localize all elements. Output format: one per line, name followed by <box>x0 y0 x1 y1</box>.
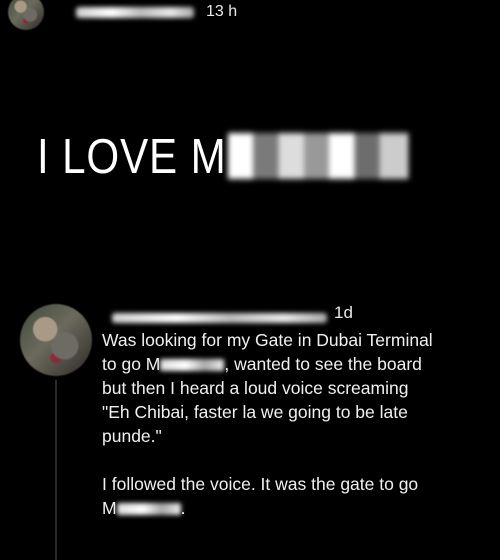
comment-line: Was looking for my Gate in Dubai Termina… <box>102 330 433 350</box>
comment-line: punde." <box>102 426 162 446</box>
poster-avatar[interactable] <box>8 0 44 30</box>
comment-line: but then I heard a loud voice screaming <box>102 378 409 398</box>
commenter-username-redacted[interactable] <box>112 313 327 323</box>
comment-text-fragment: . <box>180 498 186 518</box>
caption-redacted-block <box>228 133 409 179</box>
destination-redacted <box>116 503 181 516</box>
comment-text-fragment: , wanted to see the board <box>224 354 422 374</box>
comment-body: Was looking for my Gate in Dubai Termina… <box>102 328 492 520</box>
comment-line: "Eh Chibai, faster la we going to be lat… <box>102 402 408 422</box>
post-timestamp: 13 h <box>206 3 238 20</box>
destination-redacted <box>160 359 225 372</box>
thread-line <box>55 380 57 560</box>
comment-line: to go M , wanted to see the board <box>102 352 492 376</box>
commenter-avatar[interactable] <box>20 304 92 376</box>
comment-text-fragment: to go M <box>102 354 161 374</box>
comment-timestamp: 1d <box>334 303 353 322</box>
comment-line: I followed the voice. It was the gate to… <box>102 474 419 494</box>
comment-line: M. <box>102 496 492 520</box>
comment-text-fragment: M <box>102 498 117 518</box>
post-caption: I LOVE M <box>37 133 409 182</box>
poster-username-redacted[interactable] <box>76 7 194 18</box>
post-caption-text: I LOVE M <box>37 130 227 184</box>
